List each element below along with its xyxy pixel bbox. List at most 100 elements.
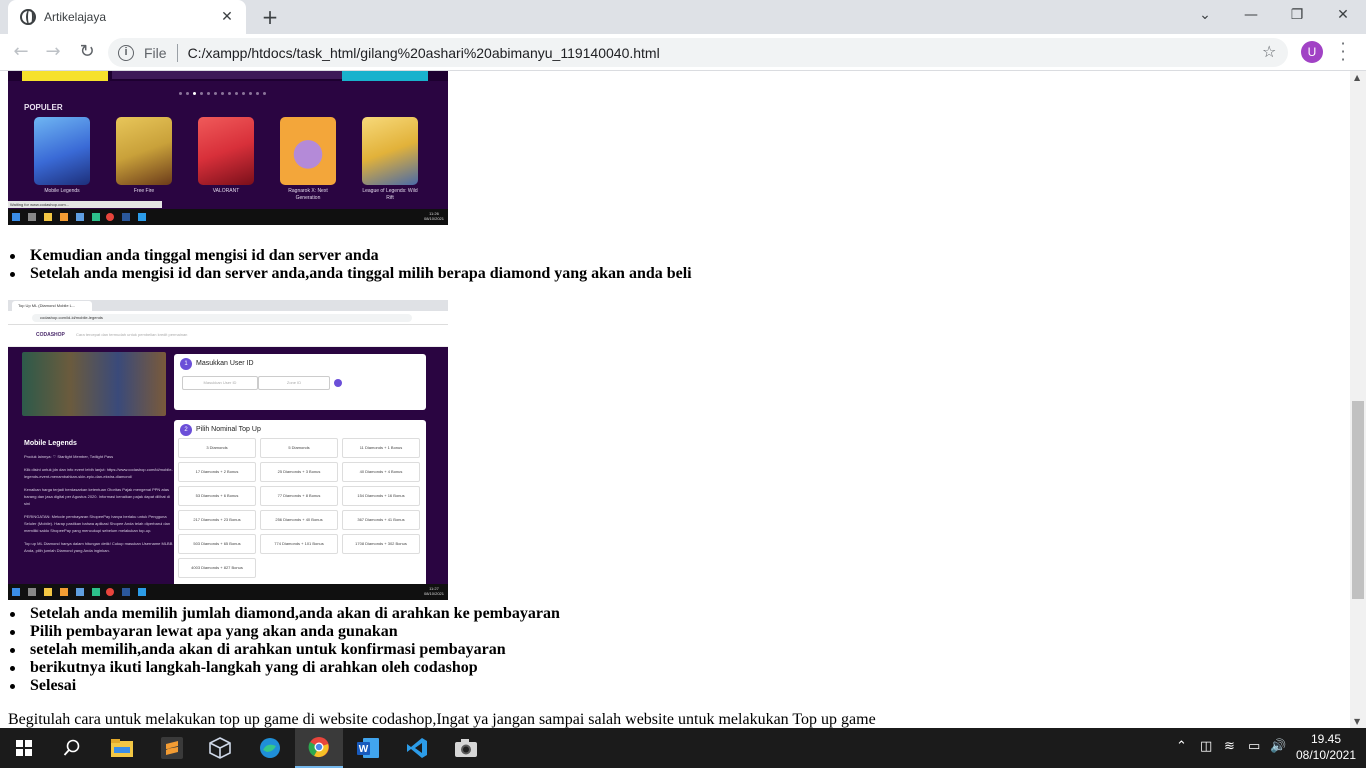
restore-button[interactable]: ❐: [1274, 0, 1320, 30]
game-desc: PERINGATAN: Metode pembayaran ShopeePay …: [24, 514, 171, 533]
tab-title: Artikelajaya: [44, 10, 107, 24]
steps-list-a: Kemudian anda tinggal mengisi id dan ser…: [8, 247, 692, 283]
mini-tab-strip: Top Up ML (Diamond Mobile L...: [8, 300, 448, 311]
url-text[interactable]: C:/xampp/htdocs/task_html/gilang%20ashar…: [188, 45, 660, 61]
user-id-input: Masukkan User ID: [182, 376, 258, 390]
game-art: [362, 117, 418, 185]
codashop-search: Cara tercepat dan termudah untuk pembeli…: [76, 332, 188, 337]
game-card: Free Fire: [116, 117, 172, 202]
help-icon: [334, 379, 342, 387]
battery-icon[interactable]: ▭: [1248, 739, 1260, 754]
camera-icon[interactable]: [442, 728, 490, 768]
game-card: VALORANT: [198, 117, 254, 202]
wifi-icon[interactable]: ≋: [1224, 739, 1235, 754]
scroll-up-arrow-icon[interactable]: ▲: [1354, 73, 1360, 82]
mini-taskbar: 11:27 08/10/2021: [8, 584, 448, 600]
game-art: [34, 117, 90, 185]
menu-kebab-icon[interactable]: · · ·: [1338, 36, 1348, 68]
diamond-option: 503 Diamonds + 65 Bonus: [178, 534, 256, 554]
mini-toolbar: codashop.com/id-id/mobile-legends: [8, 311, 448, 325]
popular-games: Mobile Legends Free Fire VALORANT Ragnar…: [34, 117, 418, 202]
edge-icon[interactable]: [246, 728, 294, 768]
browser-toolbar: ← → ↻ i File C:/xampp/htdocs/task_html/g…: [0, 34, 1366, 71]
user-id-card: 1 Masukkan User ID Masukkan User ID Zone…: [174, 354, 426, 410]
tab-search-button[interactable]: ⌄: [1182, 0, 1228, 30]
game-info-panel: Mobile Legends Produk lainnya: ♡ Starlig…: [18, 352, 176, 553]
game-card: Ragnarok X: Next Generation: [280, 117, 336, 202]
chrome-icon[interactable]: [295, 728, 343, 768]
step-number: 2: [180, 424, 192, 436]
globe-icon: [20, 9, 36, 25]
scroll-down-arrow-icon[interactable]: ▼: [1354, 717, 1360, 726]
meet-now-icon[interactable]: ◫: [1200, 739, 1212, 754]
game-name: League of Legends: Wild Rift: [362, 188, 418, 201]
game-name: Ragnarok X: Next Generation: [288, 188, 328, 201]
virtualbox-icon[interactable]: [196, 728, 244, 768]
mobile-legends-banner: [22, 352, 166, 416]
mini-taskbar: 11:26 08/10/2021: [8, 209, 448, 225]
word-icon[interactable]: W: [344, 728, 392, 768]
file-label: File: [144, 44, 167, 61]
step-number: 1: [180, 358, 192, 370]
vertical-scrollbar[interactable]: ▲ ▼: [1350, 71, 1366, 728]
volume-icon[interactable]: 🔊: [1270, 739, 1286, 754]
close-window-button[interactable]: ✕: [1320, 0, 1366, 30]
info-icon[interactable]: i: [118, 44, 134, 61]
list-item: Setelah anda memilih jumlah diamond,anda…: [8, 605, 560, 623]
list-item: Pilih pembayaran lewat apa yang akan and…: [8, 623, 560, 641]
codashop-home-screenshot: POPULER Mobile Legends Free Fire VALORAN…: [8, 71, 448, 225]
zone-id-input: Zone ID: [258, 376, 330, 390]
section-label: POPULER: [24, 103, 63, 112]
game-name: Free Fire: [133, 188, 155, 194]
search-icon[interactable]: [48, 728, 96, 768]
start-icon[interactable]: [0, 728, 48, 768]
forward-button[interactable]: →: [40, 39, 66, 65]
address-bar[interactable]: i File C:/xampp/htdocs/task_html/gilang%…: [108, 38, 1288, 67]
diamond-option: 5 Diamonds: [260, 438, 338, 458]
codashop-header: CODASHOP Cara tercepat dan termudah untu…: [8, 325, 448, 347]
clock-time: 19.45: [1310, 732, 1342, 746]
back-button[interactable]: ←: [8, 39, 34, 65]
close-tab-icon[interactable]: ✕: [218, 9, 236, 25]
new-tab-button[interactable]: +: [258, 6, 282, 30]
list-item: Kemudian anda tinggal mengisi id dan ser…: [8, 247, 692, 265]
separator: [176, 43, 178, 62]
game-card: League of Legends: Wild Rift: [362, 117, 418, 202]
nominal-card: 2 Pilih Nominal Top Up 3 Diamonds 5 Diam…: [174, 420, 426, 600]
list-item: Setelah anda mengisi id dan server anda,…: [8, 265, 692, 283]
banner-yellow: [22, 71, 108, 81]
bookmark-star-icon[interactable]: ☆: [1262, 42, 1276, 61]
list-item: setelah memilih,anda akan di arahkan unt…: [8, 641, 560, 659]
game-desc: Produk lainnya: ♡ Starlight Member, Twil…: [24, 454, 114, 459]
vscode-icon[interactable]: [393, 728, 441, 768]
list-item: berikutnya ikuti langkah-langkah yang di…: [8, 659, 560, 677]
profile-avatar[interactable]: U: [1301, 41, 1323, 63]
diamond-option: 367 Diamonds + 41 Bonus: [342, 510, 420, 530]
game-desc: Klik disini untuk jdn dan info event leb…: [24, 467, 173, 479]
codashop-topup-screenshot: Top Up ML (Diamond Mobile L... codashop.…: [8, 300, 448, 600]
scrollbar-thumb[interactable]: [1352, 401, 1364, 599]
system-clock[interactable]: 19.45 08/10/2021: [1294, 731, 1358, 763]
diamond-option: 40 Diamonds + 4 Bonus: [342, 462, 420, 482]
banner-middle: [112, 71, 342, 79]
diamond-option: 25 Diamonds + 3 Bonus: [260, 462, 338, 482]
reload-button[interactable]: ↻: [74, 39, 100, 65]
game-card: Mobile Legends: [34, 117, 90, 202]
sublime-text-icon[interactable]: [148, 728, 196, 768]
browser-tab[interactable]: Artikelajaya ✕: [8, 0, 246, 34]
page-content: POPULER Mobile Legends Free Fire VALORAN…: [0, 71, 1350, 728]
diamond-option: 53 Diamonds + 6 Bonus: [178, 486, 256, 506]
diamond-option: 1708 Diamonds + 302 Bonus: [342, 534, 420, 554]
file-explorer-icon[interactable]: [98, 728, 146, 768]
chevron-up-icon[interactable]: ⌃: [1176, 739, 1187, 754]
windows-taskbar: W ⌃ ◫ ≋ ▭ 🔊 19.45 08/10/2021: [0, 728, 1366, 768]
diamond-option: 256 Diamonds + 40 Bonus: [260, 510, 338, 530]
minimize-button[interactable]: —: [1228, 0, 1274, 30]
game-title: Mobile Legends: [24, 440, 77, 447]
list-item: Selesai: [8, 677, 560, 695]
step-title: Masukkan User ID: [196, 360, 254, 367]
game-art: [280, 117, 336, 185]
game-desc: Kenaikan harga terjadi berdasarkan keten…: [24, 487, 170, 506]
game-name: VALORANT: [212, 188, 240, 194]
diamond-option: 17 Diamonds + 2 Bonus: [178, 462, 256, 482]
